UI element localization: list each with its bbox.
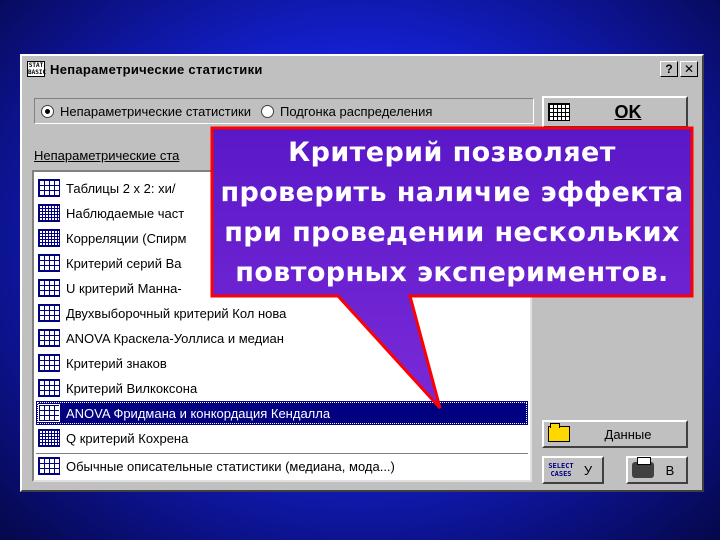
output-button-label: В (665, 462, 675, 478)
window-title: Непараметрические статистики (50, 61, 263, 77)
list-item-label: U критерий Манна- (66, 280, 182, 296)
list-item-label: Критерий знаков (66, 355, 167, 371)
callout-line-1: Критерий позволяет (288, 137, 616, 168)
list-group-label: Непараметрические ста (34, 148, 180, 163)
data-button[interactable]: Данные (542, 420, 688, 448)
radio-distribution-fit-label[interactable]: Подгонка распределения (280, 104, 432, 119)
callout-text: Критерий позволяет проверить наличие эфф… (214, 130, 690, 296)
list-item[interactable]: ANOVA Краскела-Уоллиса и медиан (36, 326, 528, 350)
descriptive-stats-icon (38, 457, 60, 475)
list-item[interactable]: Обычные описательные статистики (медиана… (36, 453, 528, 478)
kruskal-wallis-icon (38, 329, 60, 347)
mode-radio-group: Непараметрические статистики Подгонка ра… (34, 98, 534, 124)
radio-distribution-fit[interactable] (260, 104, 274, 118)
mann-whitney-icon (38, 279, 60, 297)
select-cases-icon: SELECT CASES (548, 462, 574, 478)
output-button[interactable]: В (626, 456, 688, 484)
list-item-label: ANOVA Фридмана и конкордация Кендалла (66, 405, 331, 421)
ok-button[interactable]: OK (542, 96, 688, 128)
data-button-label: Данные (604, 426, 652, 442)
wilcoxon-icon (38, 379, 60, 397)
radio-nonparametric-label[interactable]: Непараметрические статистики (60, 104, 251, 119)
printer-icon (632, 457, 654, 478)
list-item[interactable]: Критерий знаков (36, 351, 528, 375)
select-cases-label: У (583, 462, 593, 478)
spreadsheet-icon (548, 103, 570, 121)
list-item-label: Двухвыборочный критерий Кол нова (66, 305, 287, 321)
callout-line-3: при проведении нескольких (224, 217, 680, 248)
folder-icon (548, 423, 570, 442)
runs-test-icon (38, 254, 60, 272)
close-button[interactable]: ✕ (680, 61, 698, 77)
list-item-label: Корреляции (Спирм (66, 230, 187, 246)
friedman-icon (38, 404, 60, 422)
list-item-label: Q критерий Кохрена (66, 430, 189, 446)
title-buttons: ? ✕ (660, 61, 698, 77)
correlation-icon (38, 229, 60, 247)
list-item-label: Таблицы 2 х 2: хи/ (66, 180, 176, 196)
cochran-icon (38, 429, 60, 447)
table-icon (38, 179, 60, 197)
frequency-icon (38, 204, 60, 222)
callout-line-4: повторных экспериментов. (235, 257, 669, 288)
list-item[interactable]: Q критерий Кохрена (36, 426, 528, 450)
list-item[interactable]: Двухвыборочный критерий Кол нова (36, 301, 528, 325)
sign-test-icon (38, 354, 60, 372)
list-item-label: Критерий серий Ва (66, 255, 182, 271)
help-button[interactable]: ? (660, 61, 678, 77)
list-item-label: Наблюдаемые част (66, 205, 185, 221)
list-item-label: Критерий Вилкоксона (66, 380, 198, 396)
list-item-label: Обычные описательные статистики (медиана… (66, 458, 395, 474)
list-item[interactable]: Критерий Вилкоксона (36, 376, 528, 400)
list-item-selected[interactable]: ANOVA Фридмана и конкордация Кендалла (36, 401, 528, 425)
callout-line-2: проверить наличие эффекта (220, 177, 684, 208)
title-bar[interactable]: STAT BASIC Непараметрические статистики … (24, 58, 700, 80)
ok-button-label: OK (614, 101, 642, 122)
kolmogorov-icon (38, 304, 60, 322)
list-item-label: ANOVA Краскела-Уоллиса и медиан (66, 330, 284, 346)
select-cases-button[interactable]: SELECT CASES У (542, 456, 604, 484)
app-icon: STAT BASIC (27, 61, 47, 77)
radio-nonparametric[interactable] (41, 104, 54, 118)
